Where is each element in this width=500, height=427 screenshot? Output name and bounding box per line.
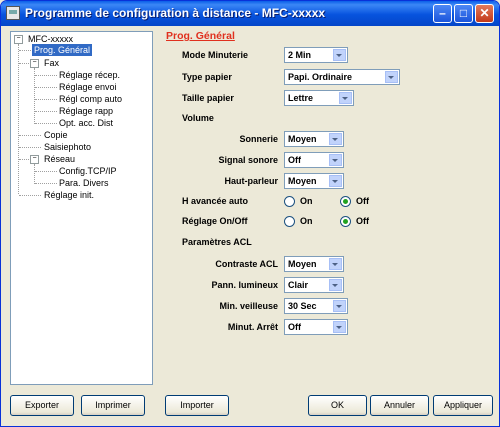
mode-minuterie-select[interactable]: 2 Min [284, 47, 348, 63]
acl-heading: Paramètres ACL [182, 237, 252, 247]
min-veilleuse-select[interactable]: 30 Sec [284, 298, 348, 314]
type-papier-label: Type papier [182, 72, 232, 82]
tree-item-opt-acc-dist[interactable]: Opt. acc. Dist [59, 117, 113, 129]
chevron-down-icon[interactable] [385, 71, 398, 83]
h-avancee-auto-label: H avancée auto [182, 196, 249, 206]
chevron-down-icon[interactable] [333, 49, 346, 61]
tree-line [35, 75, 57, 76]
haut-parleur-select[interactable]: Moyen [284, 173, 344, 189]
collapse-icon[interactable]: − [14, 35, 23, 44]
print-button[interactable]: Imprimer [81, 395, 145, 416]
reglage-on-off-on-label: On [300, 216, 313, 226]
tree-item-reglage-recep[interactable]: Réglage récep. [59, 69, 120, 81]
apply-button[interactable]: Appliquer [433, 395, 493, 416]
app-window: Programme de configuration à distance - … [0, 0, 500, 427]
tree-line [19, 147, 41, 148]
tree-item-copie[interactable]: Copie [44, 129, 68, 141]
title-bar[interactable]: Programme de configuration à distance - … [1, 1, 499, 26]
h-avancee-auto-off-radio[interactable] [340, 196, 351, 207]
tree-line [35, 183, 57, 184]
pann-lumineux-value: Clair [288, 280, 309, 290]
min-veilleuse-value: 30 Sec [288, 301, 317, 311]
tree-line [19, 159, 29, 160]
h-avancee-auto-on-label: On [300, 196, 313, 206]
signal-sonore-label: Signal sonore [218, 155, 278, 165]
tree-line [19, 50, 31, 51]
tree-item-reglage-rapp[interactable]: Réglage rapp [59, 105, 113, 117]
tree-item-saisiephoto[interactable]: Saisiephoto [44, 141, 91, 153]
contraste-acl-label: Contraste ACL [215, 259, 278, 269]
tree-line [35, 87, 57, 88]
type-papier-value: Papi. Ordinaire [288, 72, 353, 82]
collapse-icon[interactable]: − [30, 155, 39, 164]
chevron-down-icon[interactable] [329, 258, 342, 270]
tree-item-regl-comp-auto[interactable]: Régl comp auto [59, 93, 122, 105]
contraste-acl-value: Moyen [288, 259, 317, 269]
tree-item-reglage-init[interactable]: Réglage init. [44, 189, 94, 201]
taille-papier-select[interactable]: Lettre [284, 90, 354, 106]
h-avancee-auto-off-label: Off [356, 196, 369, 206]
chevron-down-icon[interactable] [329, 175, 342, 187]
tree-item-fax[interactable]: Fax [44, 57, 59, 69]
haut-parleur-value: Moyen [288, 176, 317, 186]
collapse-icon[interactable]: − [30, 59, 39, 68]
reglage-on-off-off-label: Off [356, 216, 369, 226]
chevron-down-icon[interactable] [329, 154, 342, 166]
chevron-down-icon[interactable] [333, 321, 346, 333]
import-button[interactable]: Importer [165, 395, 229, 416]
contraste-acl-select[interactable]: Moyen [284, 256, 344, 272]
app-icon [6, 6, 20, 20]
chevron-down-icon[interactable] [329, 133, 342, 145]
close-button[interactable]: ✕ [475, 4, 494, 23]
tree-line [35, 123, 57, 124]
mode-minuterie-label: Mode Minuterie [182, 50, 249, 60]
chevron-down-icon[interactable] [333, 300, 346, 312]
h-avancee-auto-on-radio[interactable] [284, 196, 295, 207]
volume-heading: Volume [182, 113, 214, 123]
cancel-button[interactable]: Annuler [370, 395, 429, 416]
tree-line [34, 164, 35, 184]
tree-item-para-divers[interactable]: Para. Divers [59, 177, 109, 189]
tree-line [35, 111, 57, 112]
tree-line [18, 44, 19, 194]
min-veilleuse-label: Min. veilleuse [219, 301, 278, 311]
ok-button[interactable]: OK [308, 395, 367, 416]
type-papier-select[interactable]: Papi. Ordinaire [284, 69, 400, 85]
signal-sonore-value: Off [288, 155, 301, 165]
sonnerie-value: Moyen [288, 134, 317, 144]
minut-arret-value: Off [288, 322, 301, 332]
section-title: Prog. Général [166, 30, 235, 42]
taille-papier-label: Taille papier [182, 93, 234, 103]
tree-line [19, 63, 29, 64]
tree-line [34, 68, 35, 124]
maximize-button[interactable]: □ [454, 4, 473, 23]
tree-item-reglage-envoi[interactable]: Réglage envoi [59, 81, 117, 93]
settings-tree[interactable]: − MFC-xxxxx Prog. Général − Fax Réglage … [10, 31, 153, 385]
mode-minuterie-value: 2 Min [288, 50, 312, 60]
sonnerie-select[interactable]: Moyen [284, 131, 344, 147]
tree-line [19, 135, 41, 136]
tree-item-prog-general[interactable]: Prog. Général [32, 44, 93, 56]
reglage-on-off-on-radio[interactable] [284, 216, 295, 227]
taille-papier-value: Lettre [288, 93, 314, 103]
haut-parleur-label: Haut-parleur [224, 176, 278, 186]
sonnerie-label: Sonnerie [239, 134, 278, 144]
reglage-on-off-off-radio[interactable] [340, 216, 351, 227]
chevron-down-icon[interactable] [329, 279, 342, 291]
window-title: Programme de configuration à distance - … [25, 6, 326, 20]
pann-lumineux-label: Pann. lumineux [211, 280, 278, 290]
minimize-button[interactable]: – [433, 4, 452, 23]
signal-sonore-select[interactable]: Off [284, 152, 344, 168]
export-button[interactable]: Exporter [10, 395, 74, 416]
pann-lumineux-select[interactable]: Clair [284, 277, 344, 293]
tree-line [35, 99, 57, 100]
minut-arret-label: Minut. Arrêt [227, 322, 278, 332]
tree-line [35, 171, 57, 172]
tree-item-reseau[interactable]: Réseau [44, 153, 75, 165]
minut-arret-select[interactable]: Off [284, 319, 348, 335]
tree-line [19, 195, 41, 196]
reglage-on-off-label: Réglage On/Off [182, 216, 248, 226]
tree-item-config-tcpip[interactable]: Config.TCP/IP [59, 165, 117, 177]
chevron-down-icon[interactable] [339, 92, 352, 104]
